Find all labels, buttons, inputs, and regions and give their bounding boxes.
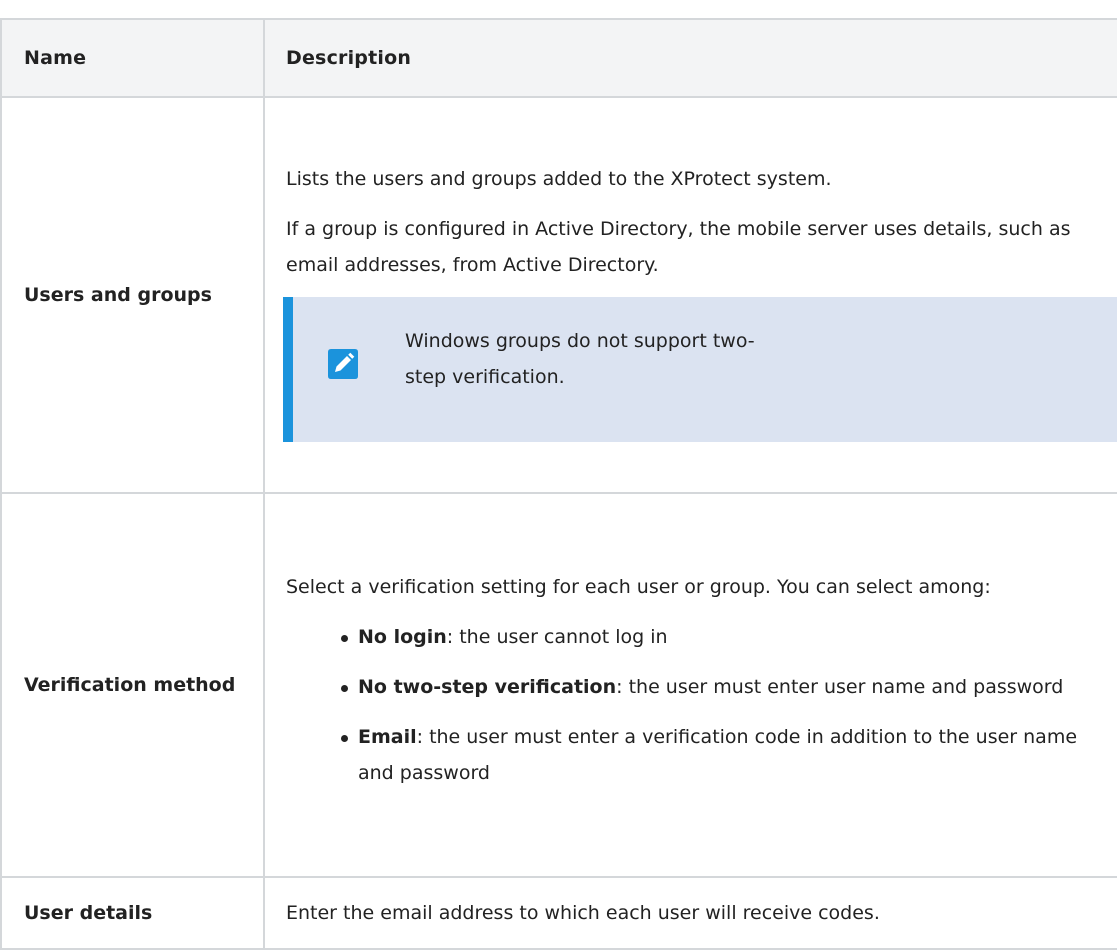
list-item: No login: the user cannot log in xyxy=(286,619,1117,655)
row-description-users-and-groups: Lists the users and groups added to the … xyxy=(263,96,1117,494)
verification-options-list: No login: the user cannot log in No two-… xyxy=(286,619,1117,791)
table-header-row: Name Description xyxy=(0,18,1117,98)
option-text: : the user cannot log in xyxy=(446,626,668,648)
settings-table: Name Description Users and groups Lists … xyxy=(0,18,1117,950)
pencil-note-icon xyxy=(328,348,358,379)
table-row: Verification method Select a verificatio… xyxy=(0,492,1117,878)
description-paragraph: Select a verification setting for each u… xyxy=(286,576,991,598)
table-row: User details Enter the email address to … xyxy=(0,876,1117,950)
note-box: Windows groups do not support two-step v… xyxy=(283,296,1117,442)
list-item: No two-step verification: the user must … xyxy=(286,669,1117,705)
option-term: No login xyxy=(358,626,447,648)
row-name-verification-method: Verification method xyxy=(0,492,265,878)
description-paragraph: If a group is configured in Active Direc… xyxy=(286,217,1071,276)
row-name-user-details: User details xyxy=(0,876,265,950)
option-text: : the user must enter user name and pass… xyxy=(616,676,1064,698)
row-name-users-and-groups: Users and groups xyxy=(0,96,265,494)
note-text: Windows groups do not support two-step v… xyxy=(405,329,755,388)
column-header-name: Name xyxy=(0,18,265,98)
option-term: No two-step verification xyxy=(358,676,617,698)
table-row: Users and groups Lists the users and gro… xyxy=(0,96,1117,494)
row-description-user-details: Enter the email address to which each us… xyxy=(263,876,1117,950)
list-item: Email: the user must enter a verificatio… xyxy=(286,719,1117,791)
option-text: : the user must enter a verification cod… xyxy=(358,726,1078,784)
row-description-verification-method: Select a verification setting for each u… xyxy=(263,492,1117,878)
option-term: Email xyxy=(358,726,417,748)
column-header-description: Description xyxy=(263,18,1117,98)
description-paragraph: Lists the users and groups added to the … xyxy=(286,167,832,190)
